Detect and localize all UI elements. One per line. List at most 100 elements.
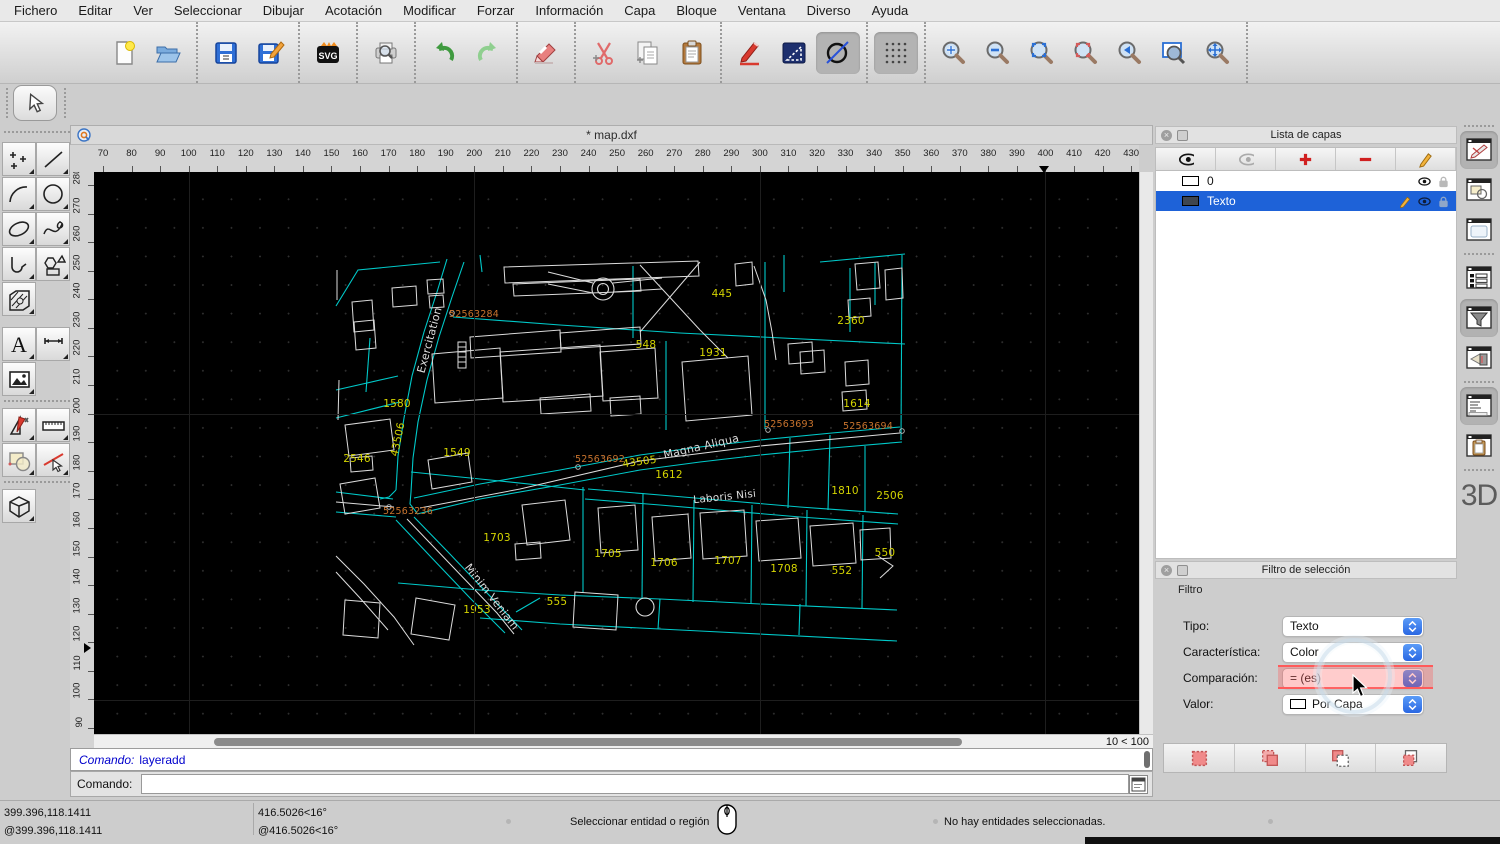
dimension-tool-button[interactable]: [36, 327, 70, 361]
horizontal-scrollbar-thumb[interactable]: [214, 738, 962, 746]
layer-lock-icon[interactable]: [1437, 175, 1450, 188]
modify-tool-button[interactable]: [36, 443, 70, 477]
layer-visible-icon[interactable]: [1418, 175, 1431, 188]
menu-dibujar[interactable]: Dibujar: [263, 3, 304, 18]
zoom-previous-button[interactable]: [1108, 32, 1152, 74]
paste-button[interactable]: [670, 32, 714, 74]
layer-color-swatch[interactable]: [1182, 176, 1199, 186]
redo-button[interactable]: [466, 32, 510, 74]
menu-capa[interactable]: Capa: [624, 3, 655, 18]
menu-editar[interactable]: Editar: [78, 3, 112, 18]
line-tool-button[interactable]: [36, 142, 70, 176]
document-title-bar[interactable]: * map.dxf: [70, 125, 1153, 145]
layer-color-swatch[interactable]: [1182, 196, 1199, 206]
command-line-panel-toggle[interactable]: [1460, 387, 1498, 425]
zoom-selection-button[interactable]: [1064, 32, 1108, 74]
menu-acotación[interactable]: Acotación: [325, 3, 382, 18]
intersect-selection-button[interactable]: [1376, 744, 1446, 772]
eraser-button[interactable]: [524, 32, 568, 74]
zoom-auto-button[interactable]: [1020, 32, 1064, 74]
zoom-out-button[interactable]: [976, 32, 1020, 74]
clipboard-panel-toggle[interactable]: [1460, 427, 1498, 465]
save-file-button[interactable]: [204, 32, 248, 74]
menu-seleccionar[interactable]: Seleccionar: [174, 3, 242, 18]
ellipse-tool-button[interactable]: [2, 212, 36, 246]
library-browser-panel-toggle[interactable]: [1460, 339, 1498, 377]
horizontal-scrollbar[interactable]: 10 < 100: [94, 734, 1153, 748]
layer-row-0[interactable]: 0: [1156, 171, 1456, 191]
copy-button[interactable]: [626, 32, 670, 74]
detach-panel-button[interactable]: [1177, 130, 1188, 141]
image-tool-button[interactable]: [2, 362, 36, 396]
menu-ver[interactable]: Ver: [133, 3, 153, 18]
add-layer-button[interactable]: [1276, 148, 1336, 170]
show-inactive-layers-button[interactable]: [1216, 148, 1276, 170]
dock-handle[interactable]: [1464, 125, 1494, 127]
menu-información[interactable]: Información: [535, 3, 603, 18]
box3d-tool-button[interactable]: [2, 489, 36, 523]
grid-toggle-button[interactable]: [874, 32, 918, 74]
draft-tools-button[interactable]: [2, 408, 36, 442]
add-to-selection-button[interactable]: [1235, 744, 1306, 772]
arc-tool-button[interactable]: [2, 177, 36, 211]
dropdown-stepper-icon[interactable]: [1403, 644, 1422, 661]
blank-panel-toggle[interactable]: [1460, 211, 1498, 249]
remove-layer-button[interactable]: [1336, 148, 1396, 170]
vertical-scrollbar-track[interactable]: [1139, 172, 1153, 734]
circle-tool-button[interactable]: [36, 177, 70, 211]
dropdown-stepper-icon[interactable]: [1403, 618, 1422, 635]
close-panel-button[interactable]: ×: [1161, 565, 1172, 576]
layer-lock-icon[interactable]: [1437, 195, 1450, 208]
spline-tool-button[interactable]: [36, 212, 70, 246]
point-tool-button[interactable]: [2, 142, 36, 176]
subtract-from-selection-button[interactable]: [1306, 744, 1377, 772]
command-history-scrollbar[interactable]: [1144, 751, 1150, 768]
menu-modificar[interactable]: Modificar: [403, 3, 456, 18]
dropdown-stepper-icon[interactable]: [1403, 696, 1422, 713]
polyline-tool-button[interactable]: [2, 247, 36, 281]
selection-tools-button[interactable]: [2, 443, 36, 477]
zoom-in-button[interactable]: [932, 32, 976, 74]
command-input[interactable]: [141, 774, 1129, 794]
layer-edit-icon[interactable]: [1399, 195, 1412, 208]
select-arrow-button[interactable]: [13, 85, 57, 121]
save-as-button[interactable]: [248, 32, 292, 74]
open-file-button[interactable]: [146, 32, 190, 74]
toolbar-handle[interactable]: [64, 88, 68, 118]
menu-ayuda[interactable]: Ayuda: [872, 3, 909, 18]
drawing-canvas[interactable]: 5256328444523605481931158016145256369352…: [94, 172, 1139, 734]
menu-forzar[interactable]: Forzar: [477, 3, 515, 18]
toolbar-handle[interactable]: [6, 88, 10, 118]
layer-visible-icon[interactable]: [1418, 195, 1431, 208]
angle-restriction-button[interactable]: [772, 32, 816, 74]
zoom-pan-button[interactable]: [1196, 32, 1240, 74]
undo-button[interactable]: [422, 32, 466, 74]
measure-tool-button[interactable]: [36, 408, 70, 442]
draw-pencil-button[interactable]: [728, 32, 772, 74]
select-matching-button[interactable]: [1164, 744, 1235, 772]
property-editor-panel-toggle[interactable]: [1460, 131, 1498, 169]
selection-info-panel-toggle[interactable]: [1460, 171, 1498, 209]
layer-list-panel-toggle[interactable]: [1460, 259, 1498, 297]
text-tool-button[interactable]: A: [2, 327, 36, 361]
show-all-layers-button[interactable]: [1156, 148, 1216, 170]
close-panel-button[interactable]: ×: [1161, 130, 1172, 141]
new-file-button[interactable]: [102, 32, 146, 74]
menu-ventana[interactable]: Ventana: [738, 3, 786, 18]
svg-export-button[interactable]: SVG: [306, 32, 350, 74]
snap-free-button[interactable]: [816, 32, 860, 74]
zoom-window-button[interactable]: [1152, 32, 1196, 74]
hatch-tool-button[interactable]: [2, 282, 36, 316]
cut-button[interactable]: [582, 32, 626, 74]
selection-filter-panel-toggle[interactable]: [1460, 299, 1498, 337]
command-widget-button[interactable]: [1129, 775, 1148, 794]
print-preview-button[interactable]: [364, 32, 408, 74]
menu-diverso[interactable]: Diverso: [807, 3, 851, 18]
edit-layer-button[interactable]: [1396, 148, 1456, 170]
layer-row-texto[interactable]: Texto: [1156, 191, 1456, 211]
menu-fichero[interactable]: Fichero: [14, 3, 57, 18]
shape-tool-button[interactable]: [36, 247, 70, 281]
menu-bloque[interactable]: Bloque: [676, 3, 716, 18]
detach-panel-button[interactable]: [1177, 565, 1188, 576]
palette-handle[interactable]: [4, 131, 70, 139]
